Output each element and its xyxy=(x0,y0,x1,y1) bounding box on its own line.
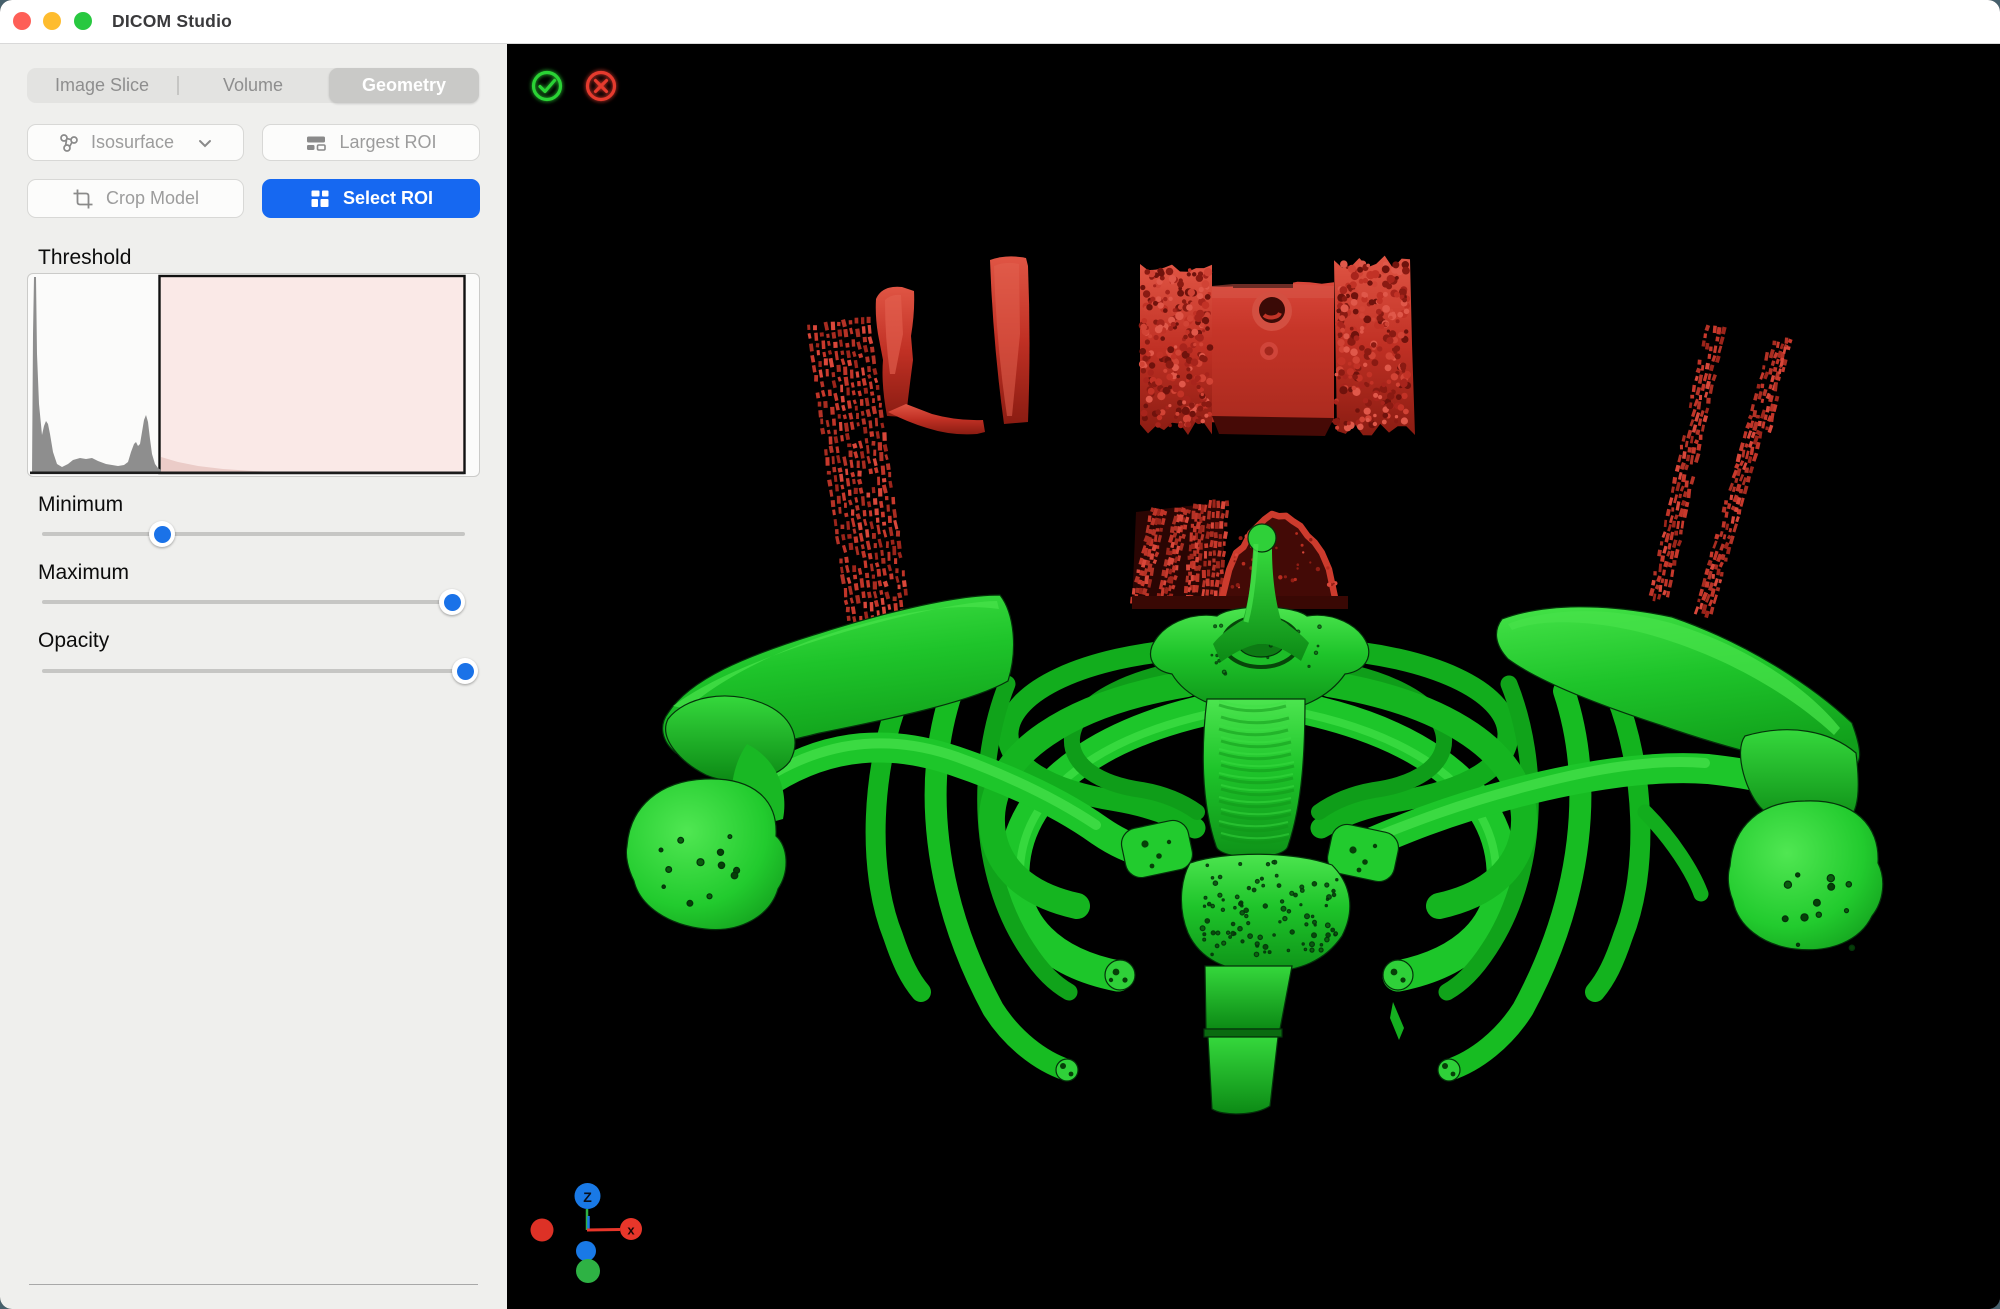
svg-text:Z: Z xyxy=(583,1189,592,1205)
svg-text:x: x xyxy=(627,1223,635,1238)
